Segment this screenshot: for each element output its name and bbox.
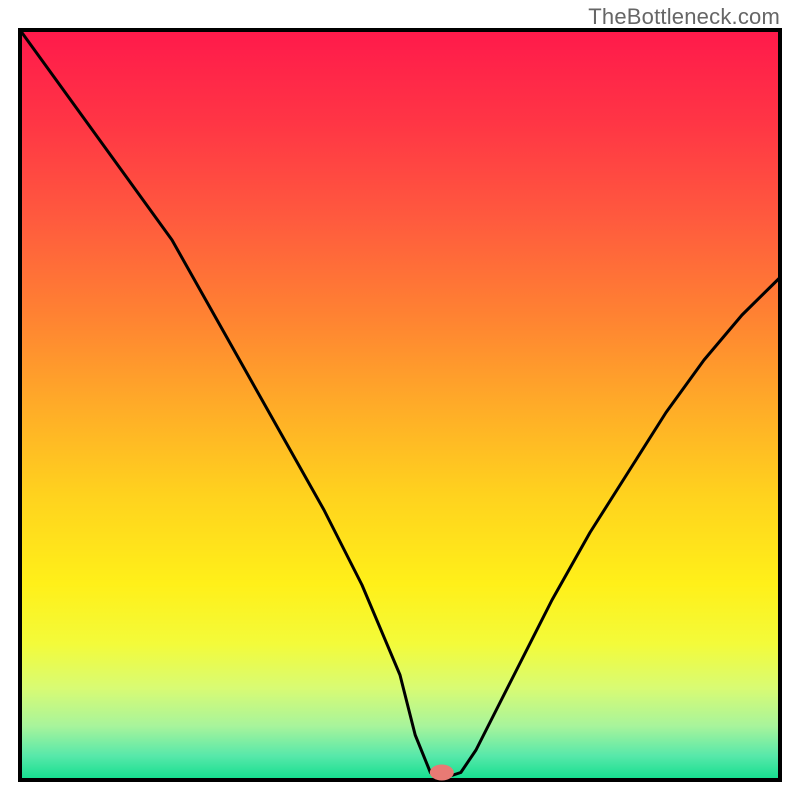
bottleneck-chart xyxy=(0,0,800,800)
chart-frame: TheBottleneck.com xyxy=(0,0,800,800)
optimal-marker xyxy=(430,765,454,781)
plot-background xyxy=(22,32,778,778)
watermark-text: TheBottleneck.com xyxy=(588,4,780,30)
